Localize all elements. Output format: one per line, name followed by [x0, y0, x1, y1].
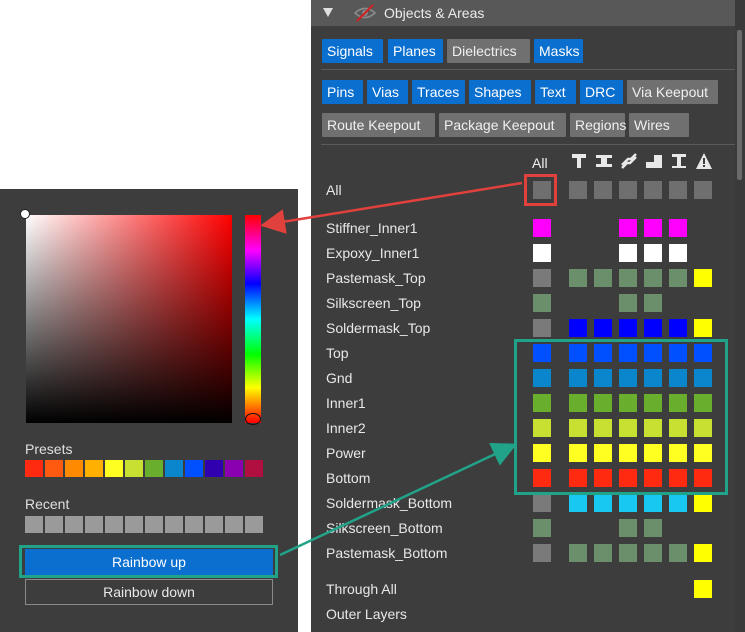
red-arrow: [260, 181, 523, 234]
teal-arrow: [279, 443, 518, 557]
annotation-arrows: [260, 181, 523, 557]
